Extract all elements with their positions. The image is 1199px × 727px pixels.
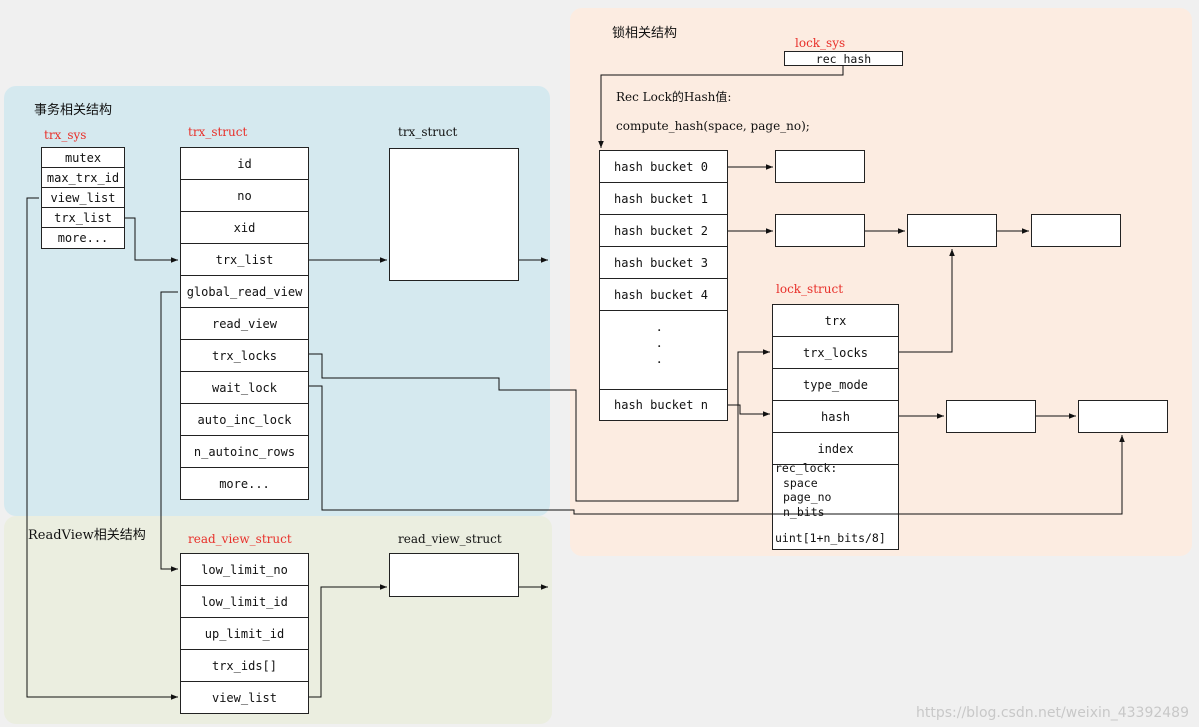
arrow-trx-sys-trx-list <box>125 217 178 263</box>
arrow-bucket-n <box>728 404 770 417</box>
arrow-rec-hash <box>598 66 844 148</box>
arrow-trx-sys-view-list <box>26 197 178 700</box>
arrow-view-list-next <box>309 584 387 698</box>
arrow-global-read-view <box>160 291 178 572</box>
connector-lines <box>26 66 1125 700</box>
arrow-wait-lock <box>309 385 1125 515</box>
watermark: https://blog.csdn.net/weixin_43392489 <box>915 705 1189 721</box>
arrow-lock-trx-locks <box>899 249 955 353</box>
arrow-trx-locks <box>309 349 770 502</box>
